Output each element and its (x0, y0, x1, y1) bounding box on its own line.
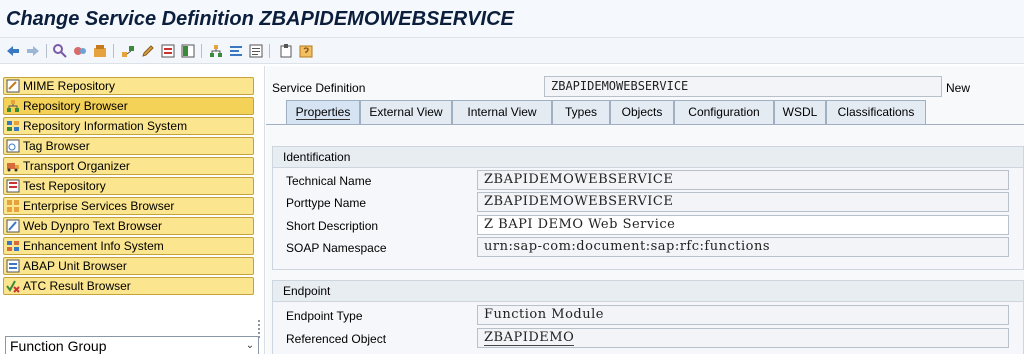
hierarchy-icon[interactable] (208, 43, 224, 59)
navigation-pane: MIME Repository Repository Browser Repos… (0, 66, 265, 354)
short-description-row: Short Description Z BAPI DEMO Web Servic… (273, 215, 1024, 237)
short-description-label: Short Description (286, 219, 379, 233)
nav-label: Enhancement Info System (23, 239, 164, 253)
other-object-icon[interactable] (92, 43, 108, 59)
activate-icon[interactable] (72, 43, 88, 59)
chevron-down-icon[interactable]: ⌄ (244, 339, 256, 353)
navigation-window-icon[interactable] (180, 43, 196, 59)
referenced-object-field[interactable]: ZBAPIDEMO (477, 328, 1009, 348)
nav-label: Tag Browser (23, 139, 90, 153)
tab-strip: Properties External View Internal View T… (286, 100, 1024, 124)
soap-namespace-row: SOAP Namespace urn:sap-com:document:sap:… (273, 237, 1024, 259)
nav-repository-information-system[interactable]: Repository Information System (3, 117, 254, 135)
endpoint-title: Endpoint (273, 281, 1023, 302)
nav-web-dynpro-text-browser[interactable]: Web Dynpro Text Browser (3, 217, 254, 235)
technical-name-label: Technical Name (286, 174, 372, 188)
tab-external-view[interactable]: External View (360, 100, 452, 124)
forward-arrow-icon[interactable] (25, 43, 41, 59)
nav-label: ATC Result Browser (23, 279, 131, 293)
endpoint-type-field[interactable]: Function Module (477, 305, 1009, 325)
window-title: Change Service Definition ZBAPIDEMOWEBSE… (6, 8, 514, 30)
nav-label: MIME Repository (23, 79, 116, 93)
repository-browser-icon (7, 100, 19, 112)
enterprise-services-icon (7, 200, 19, 212)
test-repository-icon (6, 179, 20, 193)
object-type-select[interactable]: Function Group ⌄ (5, 336, 259, 354)
nav-mime-repository[interactable]: MIME Repository (3, 77, 254, 95)
endpoint-type-row: Endpoint Type Function Module (273, 305, 1024, 327)
tab-configuration[interactable]: Configuration (674, 100, 774, 124)
mime-repository-icon (6, 79, 20, 93)
clipboard-icon[interactable] (278, 43, 294, 59)
soap-namespace-label: SOAP Namespace (286, 241, 387, 255)
nav-label: ABAP Unit Browser (23, 259, 127, 273)
tab-classifications[interactable]: Classifications (826, 100, 926, 124)
tab-internal-view[interactable]: Internal View (452, 100, 552, 124)
porttype-name-field[interactable]: ZBAPIDEMOWEBSERVICE (477, 192, 1009, 212)
tab-wsdl[interactable]: WSDL (774, 100, 826, 124)
tab-objects[interactable]: Objects (610, 100, 674, 124)
technical-name-field[interactable]: ZBAPIDEMOWEBSERVICE (477, 170, 1009, 190)
nav-label: Repository Information System (23, 119, 188, 133)
nav-label: Test Repository (23, 179, 106, 193)
identification-group: Identification Technical Name ZBAPIDEMOW… (272, 146, 1024, 270)
nav-test-repository[interactable]: Test Repository (3, 177, 254, 195)
nav-repository-browser[interactable]: Repository Browser (3, 97, 254, 115)
identification-title: Identification (273, 147, 1023, 168)
status-text: New (946, 81, 971, 95)
referenced-object-link[interactable]: ZBAPIDEMO (484, 330, 575, 346)
nav-label: Web Dynpro Text Browser (23, 219, 162, 233)
where-used-icon[interactable] (120, 43, 136, 59)
application-toolbar (0, 38, 1024, 64)
service-definition-label: Service Definition (272, 81, 366, 95)
title-bar: Change Service Definition ZBAPIDEMOWEBSE… (0, 0, 1024, 38)
tab-divider (266, 124, 1024, 125)
soap-namespace-field[interactable]: urn:sap-com:document:sap:rfc:functions (477, 237, 1009, 257)
help-icon[interactable] (298, 43, 314, 59)
info-icon[interactable] (248, 43, 264, 59)
edit-pencil-icon[interactable] (140, 43, 156, 59)
display-object-list-icon[interactable] (160, 43, 176, 59)
main-content: Service Definition ZBAPIDEMOWEBSERVICE N… (266, 66, 1024, 354)
repository-info-system-icon (7, 121, 19, 131)
nav-abap-unit-browser[interactable]: ABAP Unit Browser (3, 257, 254, 275)
nav-transport-organizer[interactable]: Transport Organizer (3, 157, 254, 175)
align-icon[interactable] (228, 43, 244, 59)
endpoint-group: Endpoint Endpoint Type Function Module R… (272, 280, 1024, 354)
endpoint-type-label: Endpoint Type (286, 309, 363, 323)
nav-label: Enterprise Services Browser (23, 199, 175, 213)
atc-result-icon (6, 280, 20, 293)
referenced-object-label: Referenced Object (286, 332, 387, 346)
nav-atc-result-browser[interactable]: ATC Result Browser (3, 277, 254, 295)
web-dynpro-text-icon (6, 219, 20, 233)
nav-label: Repository Browser (23, 99, 128, 113)
referenced-object-row: Referenced Object ZBAPIDEMO (273, 328, 1024, 350)
service-definition-field[interactable]: ZBAPIDEMOWEBSERVICE (544, 76, 942, 97)
transport-organizer-icon (7, 163, 19, 172)
tab-types[interactable]: Types (552, 100, 610, 124)
short-description-field[interactable]: Z BAPI DEMO Web Service (477, 215, 1009, 235)
nav-enhancement-info-system[interactable]: Enhancement Info System (3, 237, 254, 255)
object-type-value: Function Group (10, 338, 107, 354)
porttype-name-row: Porttype Name ZBAPIDEMOWEBSERVICE (273, 192, 1024, 214)
back-arrow-icon[interactable] (5, 43, 21, 59)
technical-name-row: Technical Name ZBAPIDEMOWEBSERVICE (273, 170, 1024, 192)
porttype-name-label: Porttype Name (286, 196, 367, 210)
enhancement-info-icon (7, 241, 19, 251)
nav-tag-browser[interactable]: Tag Browser (3, 137, 254, 155)
tag-browser-icon (6, 139, 20, 153)
tab-properties[interactable]: Properties (286, 100, 360, 124)
nav-label: Transport Organizer (23, 159, 130, 173)
toggle-display-change-icon[interactable] (52, 43, 68, 59)
abap-unit-icon (6, 259, 20, 273)
nav-enterprise-services-browser[interactable]: Enterprise Services Browser (3, 197, 254, 215)
